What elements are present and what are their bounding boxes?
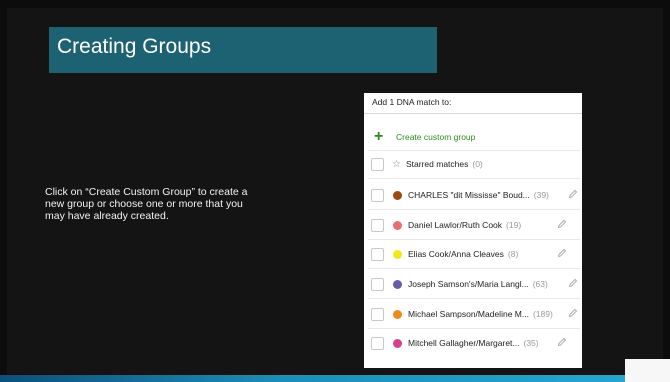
panel-divider [364, 113, 582, 114]
group-checkbox[interactable] [371, 307, 384, 321]
group-color-dot [393, 190, 402, 200]
bottom-accent-bar [0, 375, 625, 382]
slide-title: Creating Groups [57, 35, 212, 58]
group-count: (189) [532, 309, 553, 319]
group-row[interactable]: Mitchell Gallagher/Margaret... (35) [371, 335, 580, 351]
group-row[interactable]: Elias Cook/Anna Cleaves (8) [371, 246, 580, 262]
group-count: (8) [507, 249, 519, 259]
create-custom-group-label: Create custom group [396, 132, 476, 142]
title-box: Creating Groups [49, 27, 437, 73]
group-color-dot [393, 249, 402, 259]
group-checkbox[interactable] [371, 188, 384, 202]
group-row[interactable]: Michael Sampson/Madeline M... (189) [371, 306, 580, 322]
plus-icon: + [374, 128, 384, 145]
row-divider [368, 178, 580, 179]
starred-label: Starred matches [406, 159, 469, 169]
group-row[interactable]: CHARLES "dit Mississe" Boud... (39) [371, 187, 580, 203]
group-row[interactable]: Daniel Lawlor/Ruth Cook (19) [371, 217, 580, 233]
row-divider [368, 239, 580, 240]
create-custom-group-button[interactable]: + Create custom group [374, 128, 476, 145]
group-label: Joseph Samson's/Maria Langl... [408, 279, 529, 289]
row-divider [368, 298, 580, 299]
pencil-icon[interactable] [557, 337, 567, 347]
group-count: (39) [533, 190, 549, 200]
group-color-dot [393, 279, 402, 289]
group-count: (19) [506, 220, 522, 230]
group-label: Michael Sampson/Madeline M... [408, 309, 529, 319]
pencil-icon[interactable] [568, 308, 578, 318]
group-checkbox[interactable] [371, 218, 384, 232]
group-color-dot [393, 220, 402, 230]
pencil-icon[interactable] [568, 189, 578, 199]
starred-checkbox[interactable] [371, 157, 384, 171]
instruction-line-2: new group or choose one or more that you [45, 198, 243, 210]
group-label: Elias Cook/Anna Cleaves [408, 249, 504, 259]
row-divider [368, 209, 580, 210]
group-label: Daniel Lawlor/Ruth Cook [408, 220, 503, 230]
pencil-icon[interactable] [568, 278, 578, 288]
group-checkbox[interactable] [371, 277, 384, 291]
row-divider [368, 150, 580, 151]
row-divider [368, 268, 580, 269]
group-color-dot [393, 309, 402, 319]
pencil-icon[interactable] [557, 219, 567, 229]
slide: Creating Groups Click on “Create Custom … [0, 0, 670, 382]
star-icon: ☆ [392, 158, 401, 170]
starred-count: (0) [472, 159, 483, 169]
group-checkbox[interactable] [371, 336, 384, 350]
instruction-line-1: Click on “Create Custom Group” to create… [45, 186, 248, 198]
instruction-text: Click on “Create Custom Group” to create… [45, 186, 310, 222]
group-checkbox[interactable] [371, 247, 384, 261]
group-row[interactable]: Joseph Samson's/Maria Langl... (63) [371, 276, 580, 292]
starred-matches-row[interactable]: ☆ Starred matches (0) [371, 156, 580, 172]
row-divider [368, 328, 580, 329]
bottom-corner-block [625, 359, 670, 382]
group-count: (63) [532, 279, 548, 289]
group-label: Mitchell Gallagher/Margaret... [408, 338, 520, 348]
pencil-icon[interactable] [557, 248, 567, 258]
add-to-group-panel: Add 1 DNA match to: + Create custom grou… [364, 93, 582, 368]
instruction-line-3: may have already created. [45, 210, 169, 222]
group-color-dot [393, 338, 402, 348]
panel-header: Add 1 DNA match to: [372, 97, 452, 107]
group-count: (35) [523, 338, 539, 348]
group-label: CHARLES "dit Mississe" Boud... [408, 190, 530, 200]
